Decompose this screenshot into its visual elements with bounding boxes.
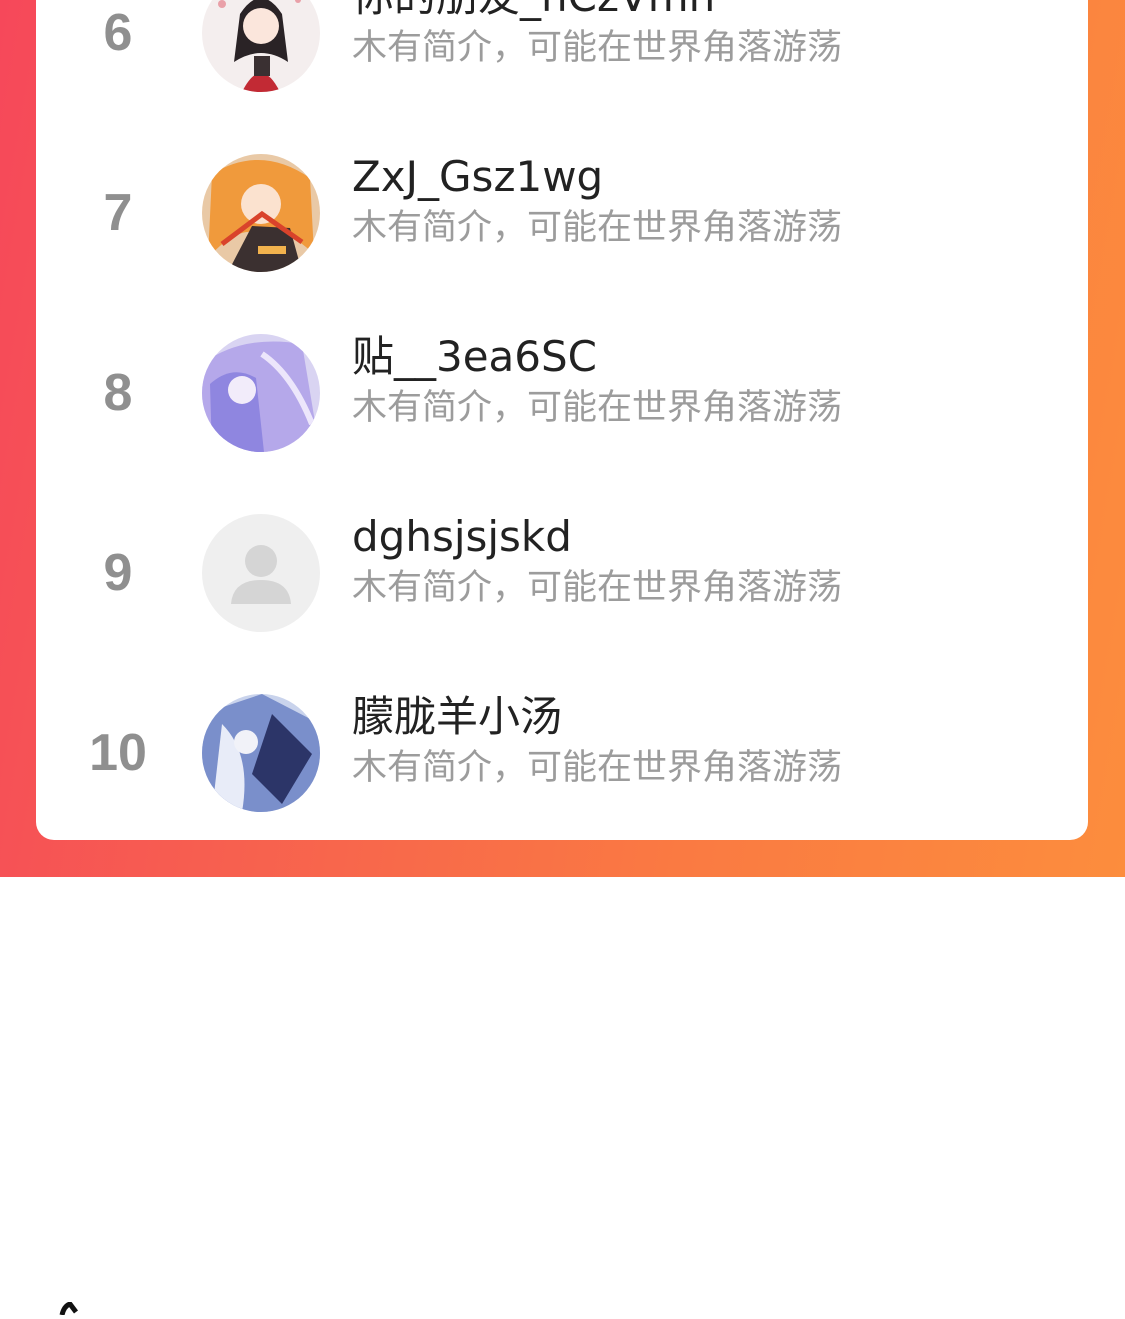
user-bio: 木有简介，可能在世界角落游荡	[352, 208, 843, 248]
rank-number: 6	[103, 4, 133, 62]
rank-number: 9	[103, 544, 133, 602]
leaderboard-row[interactable]: 8 贴__3ea6SC 木有简介，可能在世界角落游荡	[36, 310, 1088, 490]
user-bio: 木有简介，可能在世界角落游荡	[352, 568, 843, 608]
rank-number: 8	[103, 364, 133, 422]
leaderboard-card: 6 你的朋友_hCzVmn 木有简介，可能在世界角落游荡 7	[36, 0, 1088, 840]
leaderboard-row[interactable]: 10 朦胧羊小汤 木有简介，可能在世界角落游荡	[36, 670, 1088, 850]
anime-girl-orange-hair-avatar-icon[interactable]	[202, 154, 320, 272]
leaderboard-row[interactable]: 9 dghsjsjskd 木有简介，可能在世界角落游荡	[36, 490, 1088, 670]
user-bio: 木有简介，可能在世界角落游荡	[352, 28, 843, 68]
user-bio: 木有简介，可能在世界角落游荡	[352, 748, 843, 788]
anime-blue-avatar-icon[interactable]	[202, 694, 320, 812]
user-name[interactable]: 你的朋友_hCzVmn	[352, 0, 715, 18]
anime-girl-avatar-icon[interactable]	[202, 0, 320, 92]
leaderboard-row[interactable]: 6 你的朋友_hCzVmn 木有简介，可能在世界角落游荡	[36, 0, 1088, 130]
anime-purple-hair-avatar-icon[interactable]	[202, 334, 320, 452]
user-name[interactable]: 贴__3ea6SC	[352, 336, 597, 378]
default-user-avatar-icon[interactable]	[202, 514, 320, 632]
leaderboard-row[interactable]: 7 ZxJ_Gsz1wg 木有简介，可能在世界角落游荡	[36, 130, 1088, 310]
cropped-glyph	[56, 1300, 78, 1316]
user-name[interactable]: 朦胧羊小汤	[352, 696, 562, 738]
user-bio: 木有简介，可能在世界角落游荡	[352, 388, 843, 428]
rank-number: 7	[103, 184, 133, 242]
rank-number: 10	[89, 724, 147, 782]
user-name[interactable]: dghsjsjskd	[352, 516, 572, 558]
user-name[interactable]: ZxJ_Gsz1wg	[352, 156, 603, 198]
